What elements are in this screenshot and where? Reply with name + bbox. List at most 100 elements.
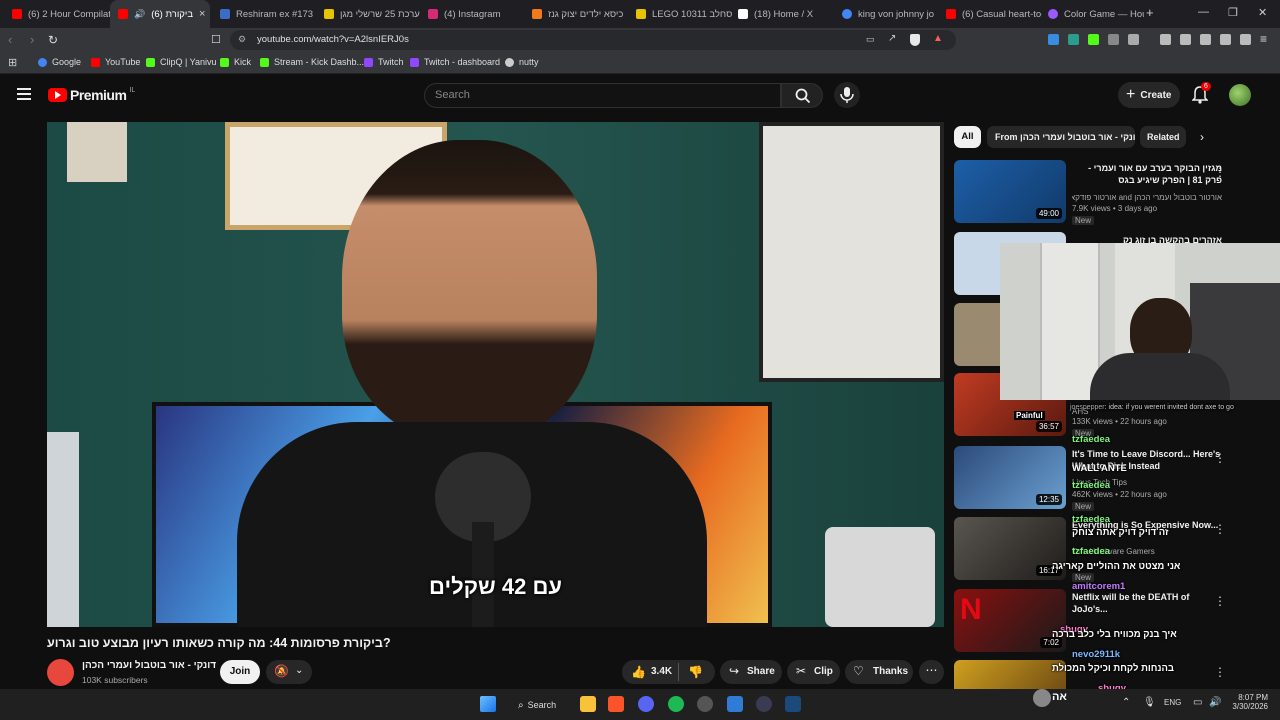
discord-icon[interactable] bbox=[638, 696, 654, 712]
shield-icon[interactable] bbox=[910, 34, 920, 46]
extension-icon[interactable] bbox=[1128, 34, 1139, 45]
notifications-button[interactable]: 6 bbox=[1191, 82, 1211, 109]
thanks-button[interactable]: ♡ Thanks bbox=[845, 660, 913, 684]
chevron-right-icon[interactable]: › bbox=[1200, 130, 1204, 144]
puzzle-icon[interactable] bbox=[1108, 34, 1119, 45]
recommended-video[interactable]: 12:35 It's Time to Leave Discord... Here… bbox=[954, 446, 1280, 512]
spotify-icon[interactable] bbox=[668, 696, 684, 712]
extension-icon[interactable] bbox=[1048, 34, 1059, 45]
apps-grid-icon[interactable]: ⊞ bbox=[8, 56, 17, 69]
menu-icon[interactable]: ≡ bbox=[1260, 32, 1267, 46]
more-options-icon[interactable]: ⋮ bbox=[1214, 451, 1226, 465]
hamburger-menu-icon[interactable] bbox=[17, 88, 31, 100]
wallet-icon[interactable] bbox=[1200, 34, 1211, 45]
youtube-logo[interactable]: Premium IL bbox=[48, 87, 135, 103]
chip-from-channel[interactable]: From דונקי - אור בוטבול ועמרי הכהן bbox=[987, 126, 1135, 148]
extension-icon[interactable] bbox=[1068, 34, 1079, 45]
bookmark-twitch-dashboard[interactable]: Twitch - dashboard bbox=[410, 57, 500, 67]
cast-icon[interactable]: ▭ bbox=[866, 34, 875, 45]
bookmark-kick[interactable]: Kick bbox=[220, 57, 251, 67]
bookmark-youtube[interactable]: YouTube bbox=[91, 57, 140, 67]
language-indicator[interactable]: ENG bbox=[1164, 698, 1181, 707]
back-icon[interactable]: ‹ bbox=[8, 32, 12, 47]
sidebar-icon[interactable] bbox=[1180, 34, 1191, 45]
bookmark-clipq[interactable]: ClipQ | Yanivu bbox=[146, 57, 217, 67]
more-options-icon[interactable]: ⋮ bbox=[1214, 165, 1226, 179]
join-button[interactable]: Join bbox=[220, 660, 260, 684]
tab-item[interactable]: LEGO 10311 סחלב bbox=[628, 0, 732, 28]
taskbar-search[interactable]: ⌕ Search bbox=[512, 695, 570, 715]
search-button[interactable] bbox=[781, 83, 823, 108]
more-actions-icon[interactable]: ⋯ bbox=[919, 660, 944, 684]
chip-related[interactable]: Related bbox=[1140, 126, 1186, 148]
chat-text: איך בנק מכוויח בלי כלב ברכה bbox=[1052, 629, 1177, 640]
more-options-icon[interactable]: ⋮ bbox=[1214, 522, 1226, 536]
more-options-icon[interactable]: ⋮ bbox=[1214, 665, 1226, 679]
brave-rewards-icon[interactable]: ▲ bbox=[933, 33, 943, 44]
share-button[interactable]: ↪ Share bbox=[720, 660, 782, 684]
tab-item[interactable]: (6) 2 Hour Compilat bbox=[4, 0, 110, 28]
app-icon[interactable] bbox=[697, 696, 713, 712]
thumbs-down-icon[interactable]: 👎 bbox=[688, 665, 703, 679]
tab-item[interactable]: Reshiram ex #173 P bbox=[212, 0, 316, 28]
voice-search-button[interactable] bbox=[834, 82, 860, 108]
clock[interactable]: 8:07 PM 3/30/2026 bbox=[1228, 693, 1268, 711]
tab-item[interactable]: king von johnny jo bbox=[834, 0, 938, 28]
close-window-icon[interactable]: ✕ bbox=[1258, 6, 1267, 19]
channel-name[interactable]: דונקי - אור בוטבול ועמרי הכהן bbox=[82, 660, 216, 671]
chip-all[interactable]: All bbox=[954, 126, 981, 148]
speaker-icon[interactable]: 🔊 bbox=[134, 9, 145, 20]
leo-icon[interactable] bbox=[1220, 34, 1231, 45]
recommended-video[interactable]: N 7:02 Netflix will be the DEATH of JoJo'… bbox=[954, 589, 1280, 655]
video-player[interactable]: עם 42 שקלים bbox=[47, 122, 944, 627]
subscribed-button[interactable]: 🔕 ⌄ bbox=[266, 660, 312, 684]
microphone-icon bbox=[840, 87, 854, 103]
maximize-icon[interactable]: ❐ bbox=[1228, 6, 1238, 19]
tab-item[interactable]: (4) Instagram bbox=[420, 0, 524, 28]
tab-item-active[interactable]: 🔊 (6) ביקורת × bbox=[110, 0, 210, 28]
like-count[interactable]: 3.4K bbox=[651, 666, 672, 677]
close-tab-icon[interactable]: × bbox=[199, 8, 205, 20]
search-input[interactable]: Search bbox=[424, 83, 781, 108]
thumbs-up-icon[interactable]: 👍 bbox=[631, 665, 646, 679]
bookmark-kick-dashboard[interactable]: Stream - Kick Dashb... bbox=[260, 57, 364, 67]
steam-icon[interactable] bbox=[785, 696, 801, 712]
obs-icon[interactable] bbox=[756, 696, 772, 712]
tab-item[interactable]: כיסא ילדים יצוק גנז bbox=[524, 0, 628, 28]
bookmark-nutty[interactable]: nutty bbox=[505, 57, 539, 67]
more-options-icon[interactable]: ⋮ bbox=[1214, 594, 1226, 608]
new-tab-button[interactable]: + bbox=[1146, 5, 1154, 20]
tab-item[interactable]: (18) Home / X bbox=[730, 0, 834, 28]
app-icon[interactable] bbox=[727, 696, 743, 712]
minimize-icon[interactable]: — bbox=[1198, 6, 1209, 18]
video-title: מגזין הבוקר בערב עם אור ועמרי - פרק 81 |… bbox=[1088, 163, 1222, 185]
bookmark-twitch[interactable]: Twitch bbox=[364, 57, 404, 67]
extension-icon[interactable] bbox=[1088, 34, 1099, 45]
clip-button[interactable]: ✂ Clip bbox=[787, 660, 840, 684]
volume-icon[interactable]: 🔊 bbox=[1209, 697, 1221, 708]
reload-icon[interactable]: ↻ bbox=[48, 33, 58, 47]
microphone-icon[interactable]: 🎙 bbox=[1143, 697, 1156, 708]
media-icon[interactable] bbox=[1160, 34, 1171, 45]
file-explorer-icon[interactable] bbox=[580, 696, 596, 712]
recommended-video[interactable]: 49:00 מגזין הבוקר בערב עם אור ועמרי - פר… bbox=[954, 160, 1280, 226]
share-icon[interactable]: ↗ bbox=[888, 33, 896, 44]
avatar[interactable] bbox=[1229, 84, 1251, 106]
tab-item[interactable]: Color Game — Hou bbox=[1040, 0, 1144, 28]
address-bar[interactable]: ⚙ youtube.com/watch?v=A2lsnIERJ0s ▭ ↗ ▲ bbox=[230, 30, 956, 50]
tray-chevron-icon[interactable]: ⌃ bbox=[1122, 697, 1130, 708]
network-icon[interactable]: ▭ bbox=[1193, 697, 1202, 708]
tab-item[interactable]: ערכת 25 שרשלי מגן bbox=[316, 0, 420, 28]
vpn-icon[interactable] bbox=[1240, 34, 1251, 45]
forward-icon[interactable]: › bbox=[30, 32, 34, 47]
windows-start-icon[interactable] bbox=[480, 696, 496, 712]
bookmark-icon[interactable]: ☐ bbox=[211, 33, 221, 46]
tab-item[interactable]: (6) Casual heart-to- bbox=[938, 0, 1042, 28]
create-button[interactable]: + Create bbox=[1118, 82, 1180, 108]
webcam-overlay bbox=[1000, 243, 1280, 400]
site-info-icon[interactable]: ⚙ bbox=[238, 34, 246, 45]
channel-name: אורטור בוטבול ועמרי הכהן and אורטור פודק… bbox=[1072, 193, 1222, 202]
brave-icon[interactable] bbox=[608, 696, 624, 712]
channel-avatar[interactable] bbox=[47, 659, 74, 686]
bookmark-google[interactable]: Google bbox=[38, 57, 81, 67]
